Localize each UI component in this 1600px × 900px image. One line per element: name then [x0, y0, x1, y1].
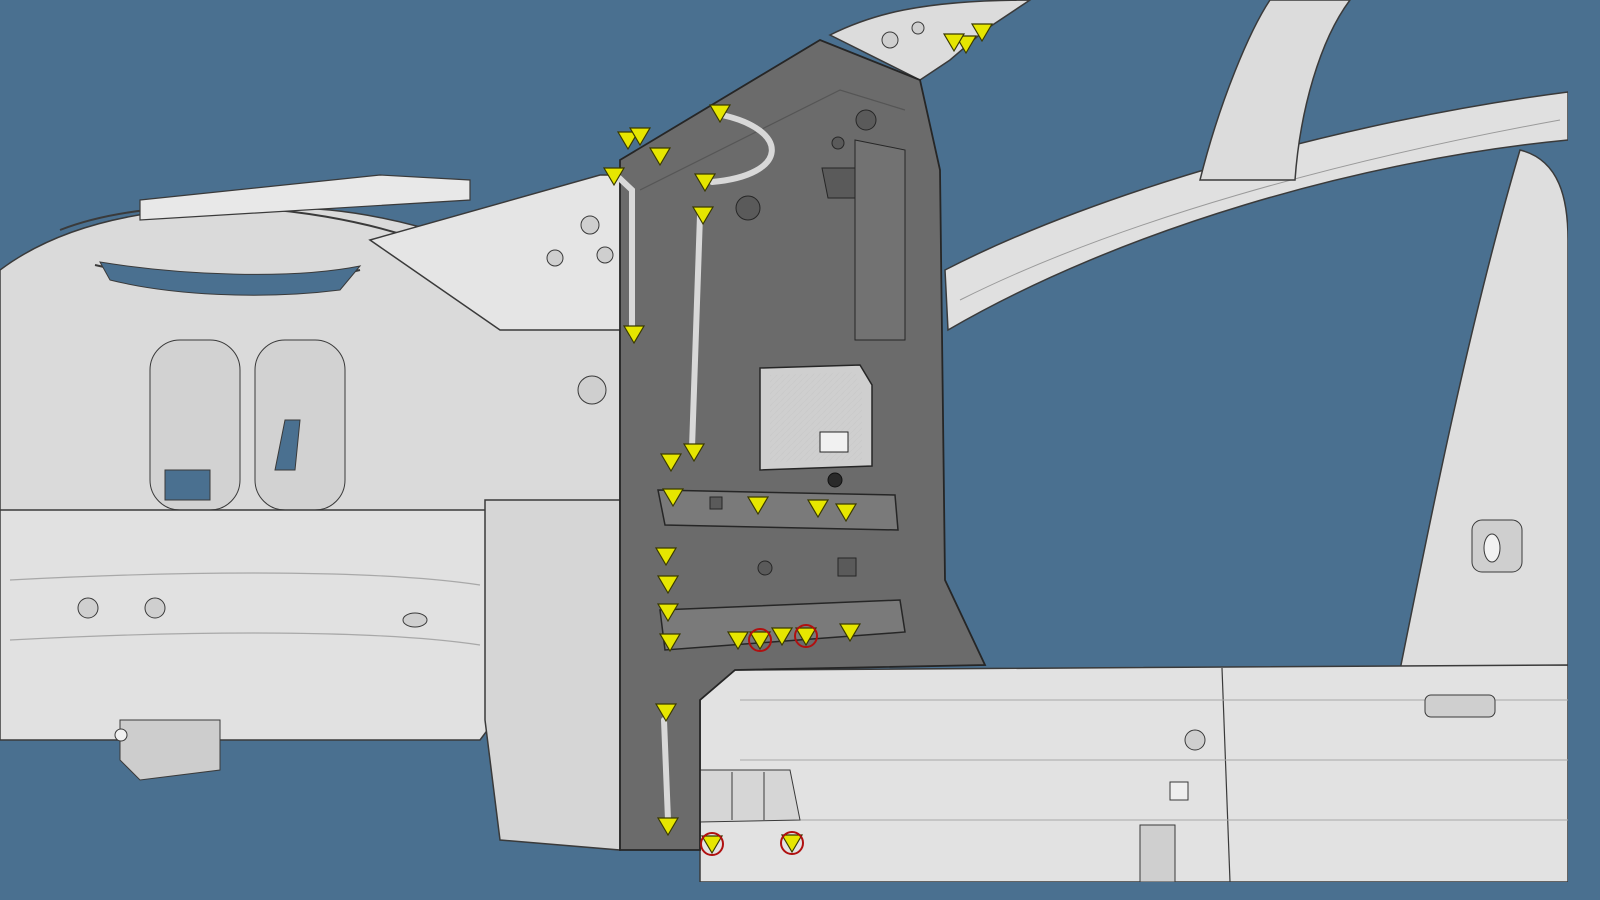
pillar-hole-1 — [735, 195, 761, 221]
rocker-square-hole — [1169, 781, 1189, 801]
pillar-square-1 — [837, 557, 857, 577]
rail-hole-1 — [77, 597, 99, 619]
rail-hole-2 — [144, 597, 166, 619]
pillar-reinforcement — [854, 139, 906, 341]
rocker-slot — [1424, 694, 1496, 718]
rocker-pocket — [699, 769, 801, 823]
pillar-bolt — [827, 472, 843, 488]
cowl-hole-1 — [546, 249, 564, 267]
rail-hole-3 — [402, 612, 428, 628]
a-pillar-hole-2 — [911, 21, 925, 35]
cowl-hole-3 — [580, 215, 600, 235]
upper-hinge-bracket[interactable] — [657, 489, 899, 531]
pillar-hole-4 — [757, 560, 773, 576]
dash-side-panel[interactable] — [484, 499, 621, 851]
rocker-assembly[interactable] — [699, 664, 1568, 882]
mount-bolt — [114, 728, 128, 742]
pillar-slot — [1483, 533, 1501, 563]
pillar-square-2 — [709, 496, 723, 510]
rocker-bolt — [1184, 729, 1206, 751]
pillar-hole-3 — [831, 136, 845, 150]
body-in-white-model[interactable] — [0, 0, 1568, 882]
window-bracket — [819, 431, 849, 453]
sealer-bead-4 — [661, 717, 671, 823]
cad-viewport[interactable] — [0, 0, 1568, 882]
pillar-hole-2 — [855, 109, 877, 131]
mount-bracket — [119, 719, 221, 781]
apron-window — [164, 469, 211, 501]
dash-hole — [577, 375, 607, 405]
cowl-hole-2 — [596, 246, 614, 264]
jack-point — [1139, 824, 1176, 882]
a-pillar-hole — [881, 31, 899, 49]
front-frame-rail[interactable] — [0, 509, 511, 741]
